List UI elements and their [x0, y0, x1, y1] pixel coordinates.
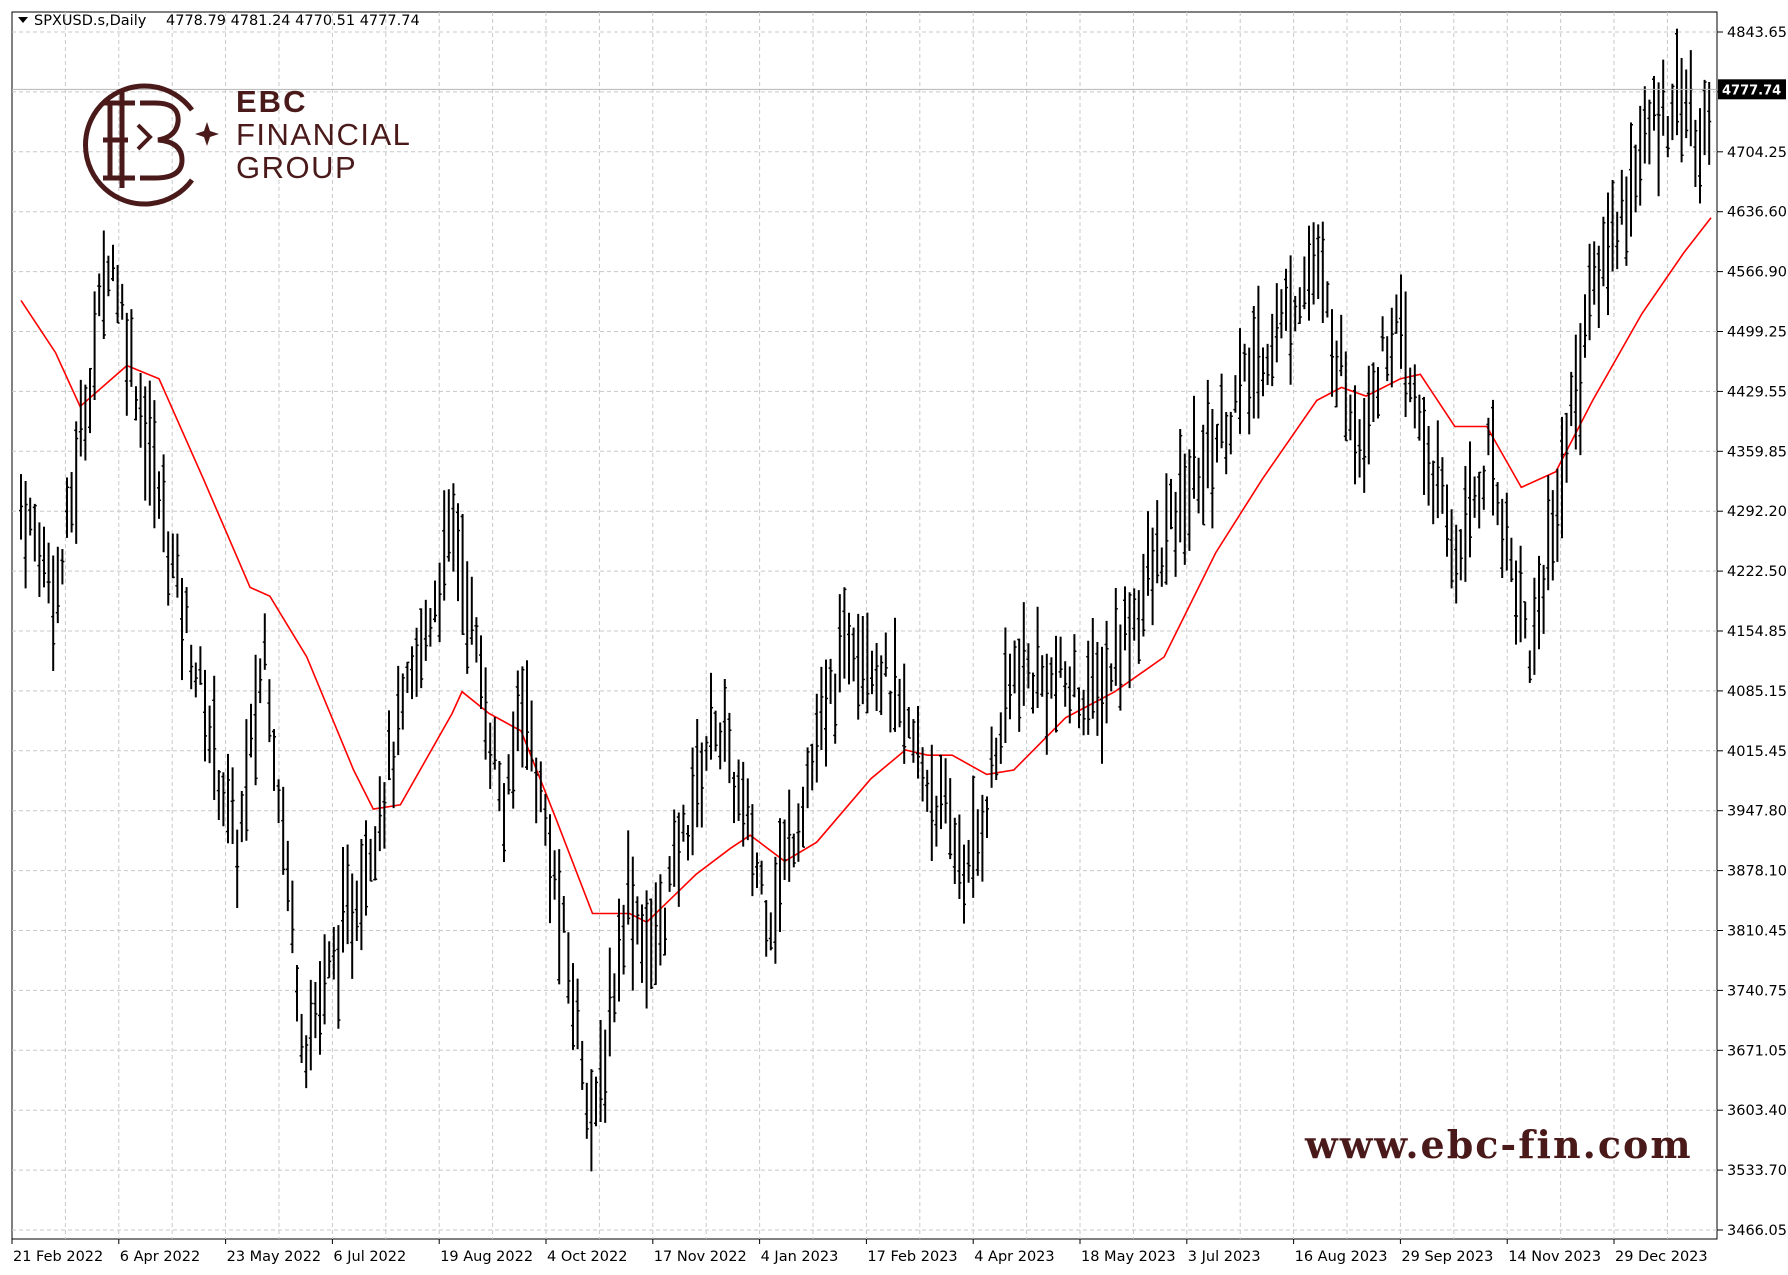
y-tick-label: 4085.15 — [1727, 684, 1787, 700]
y-tick-label: 4566.90 — [1727, 265, 1787, 281]
x-tick-label: 6 Apr 2022 — [120, 1249, 200, 1265]
y-tick-label: 3878.10 — [1727, 864, 1787, 880]
y-axis: 4843.654774.004704.254636.604566.904499.… — [1717, 25, 1787, 1239]
x-tick-label: 21 Feb 2022 — [13, 1249, 103, 1265]
x-tick-label: 4 Jan 2023 — [761, 1249, 839, 1265]
x-tick-label: 14 Nov 2023 — [1508, 1249, 1601, 1265]
x-tick-label: 18 May 2023 — [1081, 1249, 1176, 1265]
x-tick-label: 6 Jul 2022 — [333, 1249, 406, 1265]
logo-line-2: FINANCIAL — [236, 117, 411, 152]
y-tick-label: 3740.75 — [1727, 983, 1787, 999]
y-tick-label: 4154.85 — [1727, 624, 1787, 640]
x-tick-label: 4 Oct 2022 — [547, 1249, 627, 1265]
y-tick-label: 3947.80 — [1727, 804, 1787, 820]
symbol-label: SPXUSD.s,Daily — [34, 13, 147, 29]
y-tick-label: 4429.55 — [1727, 384, 1787, 400]
current-price-label: 4777.74 — [1722, 83, 1781, 98]
x-tick-label: 16 Aug 2023 — [1295, 1249, 1388, 1265]
price-chart[interactable]: 4843.654774.004704.254636.604566.904499.… — [0, 0, 1788, 1275]
y-tick-label: 4359.85 — [1727, 444, 1787, 460]
logo-line-1: EBC — [236, 84, 307, 119]
x-tick-label: 3 Jul 2023 — [1188, 1249, 1261, 1265]
x-tick-label: 29 Dec 2023 — [1615, 1249, 1708, 1265]
x-tick-label: 17 Feb 2023 — [867, 1249, 957, 1265]
plot-area[interactable] — [11, 11, 1718, 1240]
y-tick-label: 4499.25 — [1727, 325, 1787, 341]
x-axis: 21 Feb 2022 6 Apr 2022 23 May 2022 6 Jul 20… — [11, 1239, 1708, 1265]
y-tick-label: 4222.50 — [1727, 564, 1787, 580]
y-tick-label: 3466.05 — [1727, 1223, 1787, 1239]
ohlc-values: 4778.79 4781.24 4770.51 4777.74 — [166, 13, 420, 29]
y-tick-label: 4843.65 — [1727, 25, 1787, 41]
watermark-url: www.ebc-fin.com — [1304, 1122, 1693, 1167]
y-tick-label: 4636.60 — [1727, 205, 1787, 221]
y-tick-label: 3671.05 — [1727, 1043, 1787, 1059]
x-tick-label: 23 May 2022 — [227, 1249, 322, 1265]
y-tick-label: 3533.70 — [1727, 1163, 1787, 1179]
x-tick-label: 19 Aug 2022 — [440, 1249, 533, 1265]
y-tick-label: 3810.45 — [1727, 924, 1787, 940]
y-tick-label: 3603.40 — [1727, 1103, 1787, 1119]
x-tick-label: 4 Apr 2023 — [974, 1249, 1054, 1265]
y-tick-label: 4015.45 — [1727, 744, 1787, 760]
y-tick-label: 4704.25 — [1727, 145, 1787, 161]
logo-line-3: GROUP — [236, 150, 357, 185]
y-tick-label: 4292.20 — [1727, 504, 1787, 520]
x-tick-label: 17 Nov 2022 — [654, 1249, 747, 1265]
x-tick-label: 29 Sep 2023 — [1401, 1249, 1493, 1265]
